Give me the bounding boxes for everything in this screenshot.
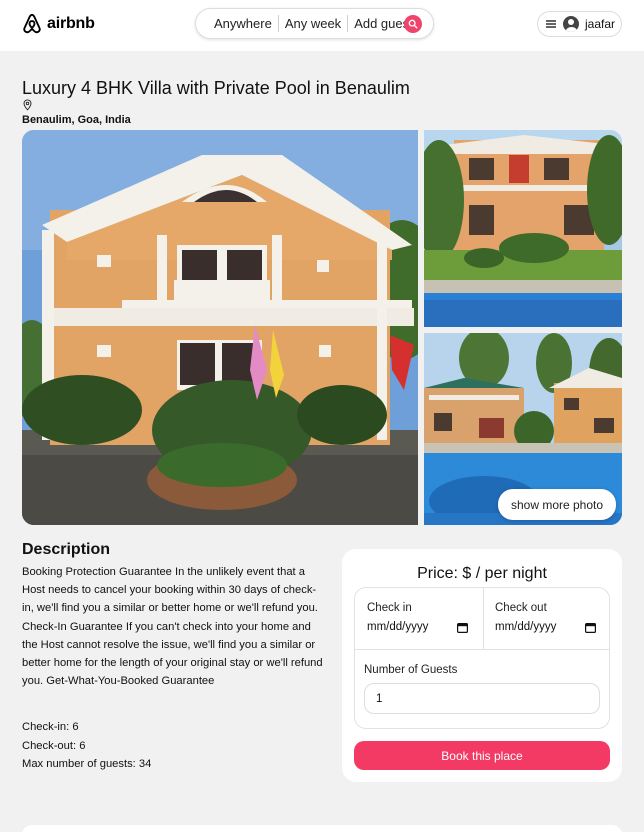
- calendar-icon[interactable]: [585, 622, 596, 633]
- search-bar[interactable]: Anywhere Any week Add guests: [195, 8, 434, 39]
- search-any-week[interactable]: Any week: [279, 16, 347, 31]
- check-out-date-input[interactable]: mm/dd/yyyy: [495, 621, 556, 633]
- form-divider: [483, 588, 484, 649]
- listing-facts: Check-in: 6 Check-out: 6 Max number of g…: [22, 718, 151, 774]
- user-name: jaafar: [585, 17, 616, 31]
- price-label: Price: $ / per night: [417, 565, 547, 582]
- search-button[interactable]: [404, 15, 422, 33]
- menu-icon: [545, 18, 557, 30]
- description-heading: Description: [22, 541, 111, 558]
- airbnb-logo-icon: [23, 13, 41, 34]
- search-icon: [408, 19, 418, 29]
- user-avatar-icon: [563, 16, 579, 32]
- booking-widget: Price: $ / per night Check in mm/dd/yyyy…: [342, 549, 622, 782]
- search-anywhere[interactable]: Anywhere: [208, 16, 278, 31]
- booking-form: Check in mm/dd/yyyy Check out mm/dd/yyyy…: [354, 587, 610, 729]
- user-menu-button[interactable]: jaafar: [537, 11, 622, 37]
- next-section: [22, 825, 622, 832]
- description-text: Booking Protection Guarantee In the unli…: [22, 566, 323, 688]
- listing-location: Benaulim, Goa, India: [22, 114, 131, 126]
- villa-front-photo[interactable]: [22, 130, 418, 525]
- check-out-label: Check out: [495, 602, 547, 614]
- check-out-time: Check-out: 6: [22, 739, 86, 752]
- brand-name: airbnb: [47, 15, 95, 32]
- guests-label: Number of Guests: [364, 664, 458, 676]
- location-pin-icon: [23, 99, 32, 111]
- villa-garden-photo[interactable]: [424, 130, 622, 327]
- home-logo[interactable]: airbnb: [22, 13, 95, 35]
- top-nav-bar: airbnb Anywhere Any week Add guests jaaf…: [0, 0, 644, 51]
- max-guests: Max number of guests: 34: [22, 758, 152, 770]
- show-more-photos-button[interactable]: show more photo: [498, 489, 616, 520]
- guests-input[interactable]: 1: [364, 683, 600, 714]
- check-in-label: Check in: [367, 602, 412, 614]
- photo-gallery: show more photo: [22, 130, 622, 525]
- calendar-icon[interactable]: [457, 622, 468, 633]
- book-button[interactable]: Book this place: [354, 741, 610, 770]
- form-divider: [355, 649, 609, 650]
- check-in-time: Check-in: 6: [22, 721, 79, 733]
- check-in-date-input[interactable]: mm/dd/yyyy: [367, 621, 428, 633]
- listing-title: Luxury 4 BHK Villa with Private Pool in …: [22, 78, 410, 98]
